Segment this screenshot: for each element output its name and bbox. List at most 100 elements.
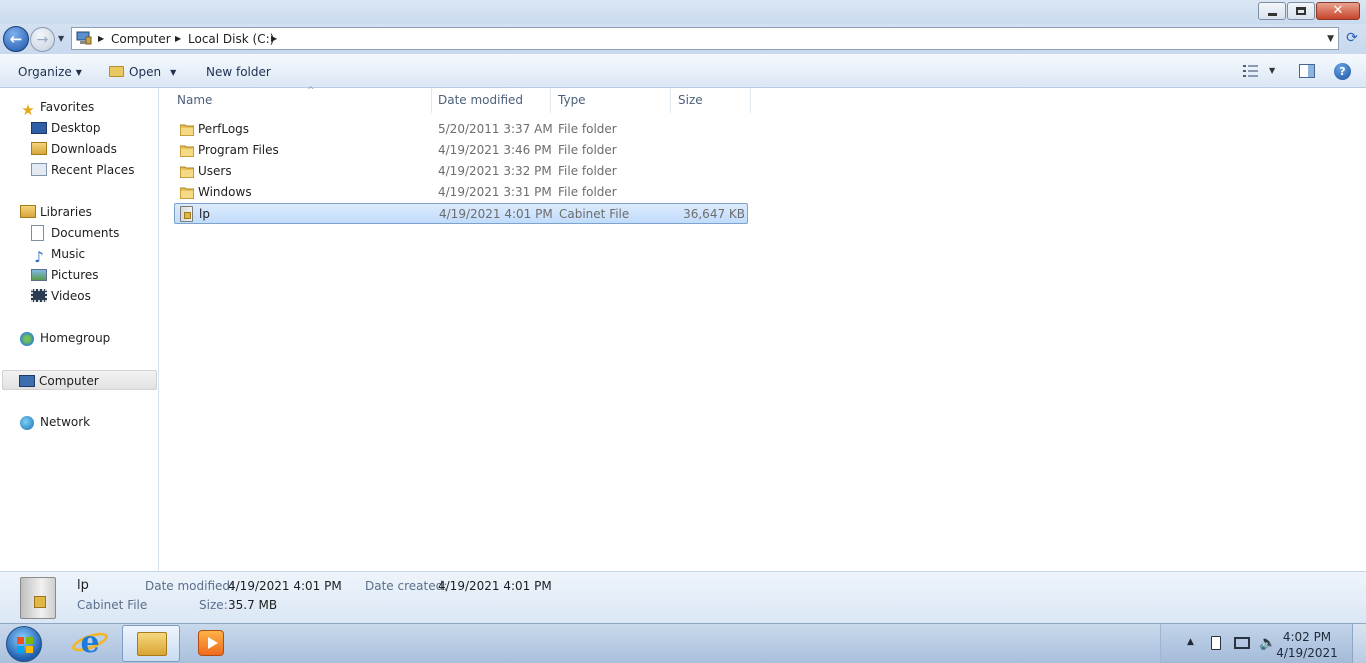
desktop-icon [31, 122, 47, 134]
file-name: PerfLogs [198, 122, 250, 136]
nav-item-recent-places[interactable]: Recent Places [31, 160, 134, 180]
nav-item-documents[interactable]: Documents [31, 223, 119, 243]
nav-item-music[interactable]: ♪ Music [31, 244, 85, 266]
file-list: ^ Name Date modified Type Size PerfLogs … [160, 86, 1366, 571]
close-button[interactable]: ✕ [1316, 2, 1360, 20]
nav-favorites[interactable]: ★ Favorites [20, 97, 95, 119]
file-type: Cabinet File [559, 207, 630, 221]
forward-button[interactable]: → [30, 27, 55, 52]
cabinet-file-icon [180, 206, 193, 222]
breadcrumb-separator[interactable]: ▶ [271, 31, 277, 47]
nav-homegroup[interactable]: Homegroup [20, 328, 110, 348]
details-size-label: Size: [199, 598, 228, 612]
chevron-down-icon: ▼ [75, 67, 82, 77]
internet-explorer-icon: e [80, 625, 100, 660]
minimize-button[interactable] [1258, 2, 1286, 20]
view-options-icon[interactable] [1243, 65, 1259, 77]
volume-icon[interactable]: 🔈 [1259, 636, 1276, 650]
address-bar[interactable]: ▶ Computer ▶ Local Disk (C:) ▶ ▼ [71, 27, 1339, 50]
recent-pages-button[interactable]: ▼ [58, 34, 64, 43]
details-date-modified: 4/19/2021 4:01 PM [228, 579, 342, 593]
network-status-icon[interactable] [1234, 637, 1250, 649]
folder-icon [180, 187, 194, 199]
notification-area: ▲ 🔈 4:02 PM 4/19/2021 [1160, 624, 1366, 663]
nav-item-videos[interactable]: Videos [31, 286, 91, 306]
organize-button[interactable]: Organize ▼ [18, 64, 82, 81]
file-date-modified: 5/20/2011 3:37 AM [438, 122, 553, 136]
homegroup-icon [20, 332, 34, 346]
help-icon[interactable]: ? [1334, 63, 1351, 80]
column-header-date-modified[interactable]: Date modified [431, 88, 551, 113]
file-row[interactable]: Users 4/19/2021 3:32 PM File folder [174, 161, 748, 182]
column-header-type[interactable]: Type [551, 88, 671, 113]
network-icon [20, 416, 34, 430]
new-folder-button[interactable]: New folder [206, 64, 271, 80]
view-dropdown-button[interactable]: ▼ [1269, 66, 1275, 75]
maximize-button[interactable] [1287, 2, 1315, 20]
windows-logo-icon [17, 637, 33, 653]
file-name: Users [198, 164, 232, 178]
file-name: Program Files [198, 143, 279, 157]
start-button[interactable] [6, 626, 42, 662]
star-icon: ★ [21, 101, 35, 119]
details-size: 35.7 MB [228, 598, 278, 612]
file-row[interactable]: Windows 4/19/2021 3:31 PM File folder [174, 182, 748, 203]
column-header-size[interactable]: Size [671, 88, 751, 113]
file-date-modified: 4/19/2021 3:32 PM [438, 164, 552, 178]
breadcrumb-separator[interactable]: ▶ [98, 31, 104, 47]
nav-item-pictures[interactable]: Pictures [31, 265, 99, 285]
music-icon: ♪ [34, 248, 44, 266]
media-player-icon [198, 630, 224, 656]
folder-icon [180, 166, 194, 178]
clock-date[interactable]: 4/19/2021 [1272, 645, 1342, 661]
taskbar: e ▲ 🔈 4:02 PM 4/19/2021 [0, 623, 1366, 663]
window-title-bar[interactable]: ✕ [0, 0, 1366, 24]
details-date-created: 4/19/2021 4:01 PM [438, 579, 552, 593]
minimize-icon [1267, 13, 1277, 16]
nav-libraries-label: Libraries [40, 205, 92, 219]
nav-computer-label: Computer [39, 374, 99, 388]
details-date-created-label: Date created: [365, 579, 448, 593]
file-row[interactable]: PerfLogs 5/20/2011 3:37 AM File folder [174, 119, 748, 140]
breadcrumb-computer[interactable]: Computer [111, 31, 171, 47]
file-date-modified: 4/19/2021 3:31 PM [438, 185, 552, 199]
show-hidden-icons-button[interactable]: ▲ [1187, 637, 1201, 651]
preview-pane-icon[interactable] [1299, 64, 1315, 78]
nav-item-desktop[interactable]: Desktop [31, 118, 101, 138]
open-button[interactable]: Open ▼ [109, 64, 176, 81]
nav-network[interactable]: Network [20, 412, 90, 432]
column-header-label: Name [177, 93, 213, 107]
clock-time[interactable]: 4:02 PM [1272, 629, 1342, 645]
breadcrumb-local-disk[interactable]: Local Disk (C:) [188, 31, 274, 47]
file-row-selected[interactable]: lp 4/19/2021 4:01 PM Cabinet File 36,647… [174, 203, 748, 224]
taskbar-media-player[interactable] [182, 625, 240, 662]
taskbar-internet-explorer[interactable]: e [61, 625, 119, 662]
nav-computer[interactable]: Computer [2, 370, 157, 390]
caption-buttons: ✕ [1257, 2, 1360, 20]
computer-icon [19, 375, 35, 387]
nav-item-downloads[interactable]: Downloads [31, 139, 117, 159]
address-dropdown-button[interactable]: ▼ [1327, 31, 1334, 47]
chevron-down-icon[interactable]: ▼ [170, 68, 176, 77]
open-label: Open [129, 65, 162, 79]
taskbar-windows-explorer[interactable] [122, 625, 180, 662]
folder-icon [180, 124, 194, 136]
file-date-modified: 4/19/2021 3:46 PM [438, 143, 552, 157]
pictures-icon [31, 269, 47, 281]
refresh-button[interactable]: ⟳ [1342, 28, 1362, 48]
file-row[interactable]: Program Files 4/19/2021 3:46 PM File fol… [174, 140, 748, 161]
file-type: File folder [558, 164, 617, 178]
file-date-modified: 4/19/2021 4:01 PM [439, 207, 553, 221]
back-button[interactable]: ← [3, 26, 29, 52]
nav-homegroup-label: Homegroup [40, 331, 111, 345]
nav-network-label: Network [40, 415, 91, 429]
battery-icon[interactable] [1211, 636, 1221, 650]
file-type: File folder [558, 143, 617, 157]
downloads-folder-icon [31, 142, 47, 155]
show-desktop-button[interactable] [1352, 624, 1366, 663]
column-header-name[interactable]: ^ Name [170, 86, 432, 113]
breadcrumb-separator[interactable]: ▶ [175, 31, 181, 47]
nav-libraries[interactable]: Libraries [20, 202, 92, 222]
restore-icon [1296, 7, 1306, 15]
nav-favorites-label: Favorites [40, 100, 95, 114]
